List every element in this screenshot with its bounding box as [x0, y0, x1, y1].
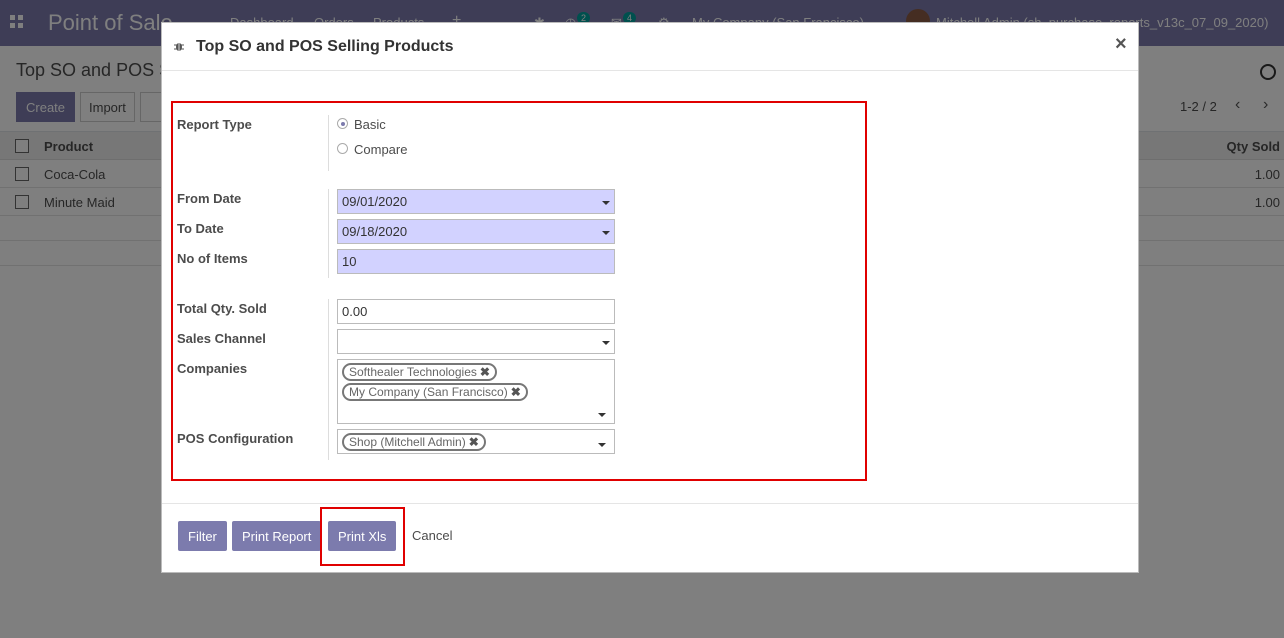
close-icon[interactable]: × — [1115, 33, 1127, 56]
pos-tag-label: Shop (Mitchell Admin) — [349, 435, 466, 449]
chevron-down-icon[interactable] — [602, 201, 610, 205]
sales-channel-select[interactable] — [337, 329, 615, 354]
label-pos-config: POS Configuration — [177, 431, 294, 446]
from-date-input[interactable]: 09/01/2020 — [337, 189, 615, 214]
remove-tag-icon[interactable]: ✖ — [511, 385, 521, 399]
chevron-down-icon[interactable] — [598, 413, 606, 417]
radio-compare-label[interactable]: Compare — [354, 142, 407, 157]
label-sales-channel: Sales Channel — [177, 331, 266, 346]
remove-tag-icon[interactable]: ✖ — [480, 365, 490, 379]
radio-basic-label[interactable]: Basic — [354, 117, 386, 132]
label-total-qty: Total Qty. Sold — [177, 301, 267, 316]
label-no-items: No of Items — [177, 251, 248, 266]
pos-tag: Shop (Mitchell Admin) ✖ — [342, 433, 486, 451]
radio-compare[interactable] — [337, 143, 348, 154]
highlight-form-box — [171, 101, 867, 481]
total-qty-input[interactable]: 0.00 — [337, 299, 615, 324]
field-separator — [328, 189, 329, 278]
cancel-button[interactable]: Cancel — [412, 528, 452, 543]
chevron-down-icon[interactable] — [602, 341, 610, 345]
company-tag: Softhealer Technologies ✖ — [342, 363, 497, 381]
modal-header: Top SO and POS Selling Products × — [162, 23, 1138, 71]
company-tag-label: My Company (San Francisco) — [349, 385, 508, 399]
label-report-type: Report Type — [177, 117, 252, 132]
chevron-down-icon[interactable] — [598, 443, 606, 447]
highlight-xls-box — [320, 507, 405, 566]
company-tag: My Company (San Francisco) ✖ — [342, 383, 528, 401]
field-separator — [328, 299, 329, 460]
label-companies: Companies — [177, 361, 248, 376]
report-wizard-dialog: Top SO and POS Selling Products × Report… — [161, 22, 1139, 573]
field-separator — [328, 115, 329, 171]
to-date-input[interactable]: 09/18/2020 — [337, 219, 615, 244]
label-to-date: To Date — [177, 221, 224, 236]
radio-basic[interactable] — [337, 118, 348, 129]
remove-tag-icon[interactable]: ✖ — [469, 435, 479, 449]
print-report-button[interactable]: Print Report — [232, 521, 322, 551]
label-from-date: From Date — [177, 191, 242, 206]
bug-icon — [174, 43, 184, 51]
modal-title: Top SO and POS Selling Products — [196, 38, 454, 55]
company-tag-label: Softhealer Technologies — [349, 365, 477, 379]
filter-button[interactable]: Filter — [178, 521, 227, 551]
no-items-input[interactable]: 10 — [337, 249, 615, 274]
chevron-down-icon[interactable] — [602, 231, 610, 235]
